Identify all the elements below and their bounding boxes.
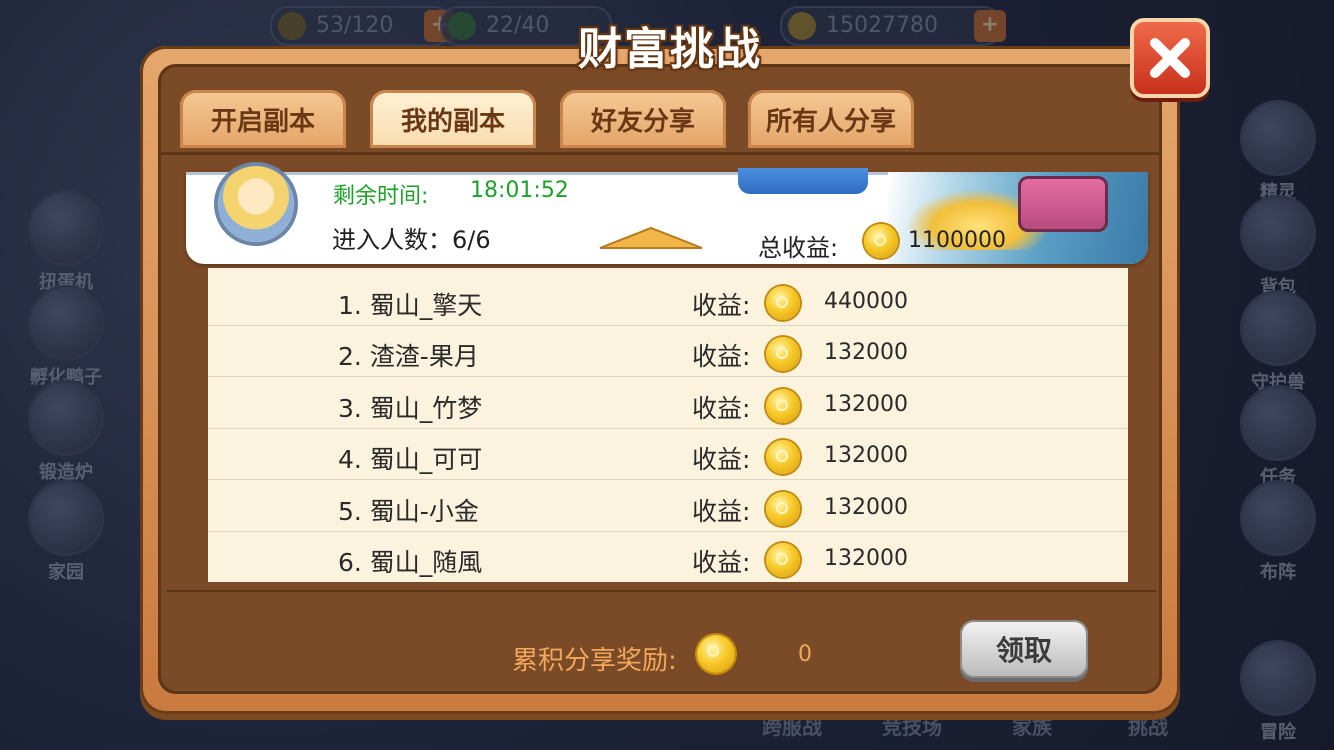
collapse-arrow-icon[interactable] [598,224,704,250]
coin-icon [766,492,800,526]
list-item: 1. 蜀山_擎天 收益: 440000 [208,274,1128,326]
close-icon [1150,38,1190,78]
coin-icon [864,224,898,258]
timer-value: 18:01:52 [470,178,569,203]
coin-icon [766,337,800,371]
modal-title-plate: 财富挑战 [520,10,820,80]
revenue-value: 440000 [824,289,908,314]
total-revenue-label: 总收益: [758,234,839,262]
player-name: 2. 渣渣-果月 [338,342,479,371]
tab-open-instance[interactable]: 开启副本 [180,90,346,148]
revenue-value: 132000 [824,495,908,520]
timer-label: 剩余时间: [333,184,429,209]
tab-everyone-share[interactable]: 所有人分享 [748,90,914,148]
player-name: 6. 蜀山_随風 [338,548,483,577]
revenue-label: 收益: [692,548,751,577]
players-count: 进入人数：6/6 [332,226,491,254]
player-name: 1. 蜀山_擎天 [338,291,483,320]
revenue-value: 132000 [824,443,908,468]
participant-list: 1. 蜀山_擎天 收益: 440000 2. 渣渣-果月 收益: 132000 … [208,268,1128,582]
revenue-value: 132000 [824,392,908,417]
total-revenue-value: 1100000 [908,228,1006,253]
tab-friend-share[interactable]: 好友分享 [560,90,726,148]
revenue-value: 132000 [824,340,908,365]
revenue-label: 收益: [692,342,751,371]
revenue-label: 收益: [692,497,751,526]
list-item: 3. 蜀山_竹梦 收益: 132000 [208,377,1128,429]
list-item: 4. 蜀山_可可 收益: 132000 [208,428,1128,480]
enter-instance-button[interactable] [738,168,868,194]
tab-my-instance[interactable]: 我的副本 [370,90,536,148]
share-reward-label: 累积分享奖励: [512,646,677,676]
avatar [218,166,294,242]
revenue-value: 132000 [824,546,908,571]
player-name: 3. 蜀山_竹梦 [338,394,483,423]
treasure-chest-icon [1018,176,1108,232]
coin-icon [766,389,800,423]
share-reward-value: 0 [798,642,812,667]
list-item: 6. 蜀山_随風 收益: 132000 [208,531,1128,582]
claim-button[interactable]: 领取 [960,620,1088,678]
list-item: 2. 渣渣-果月 收益: 132000 [208,325,1128,377]
tab-divider [160,152,1160,155]
coin-icon [697,635,735,673]
modal-title: 财富挑战 [578,24,762,75]
revenue-label: 收益: [692,291,751,320]
player-name: 5. 蜀山-小金 [338,497,479,526]
revenue-label: 收益: [692,445,751,474]
list-item: 5. 蜀山-小金 收益: 132000 [208,480,1128,532]
coin-icon [766,286,800,320]
revenue-label: 收益: [692,394,751,423]
close-button[interactable] [1130,18,1210,98]
player-name: 4. 蜀山_可可 [338,445,483,474]
coin-icon [766,440,800,474]
bottom-divider [166,590,1156,592]
coin-icon [766,543,800,577]
